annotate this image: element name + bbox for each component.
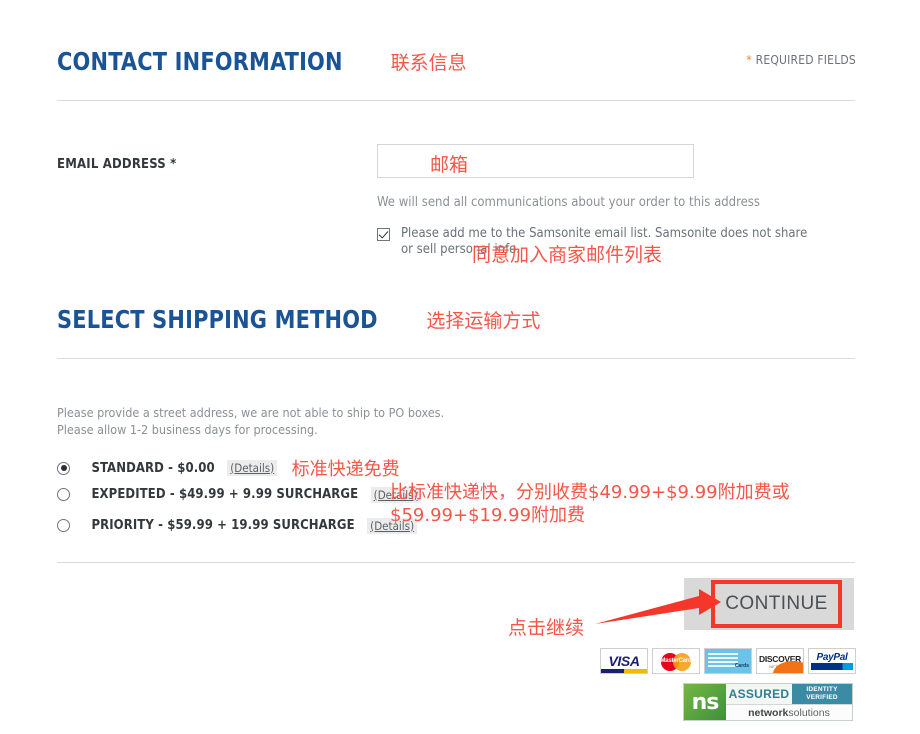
shipping-note-line1: Please provide a street address, we are … <box>57 405 445 420</box>
ns-brand-bold: network <box>748 706 789 719</box>
details-link-standard[interactable]: (Details) <box>227 460 278 476</box>
ns-verified-line2: VERIFIED <box>806 694 838 701</box>
required-fields-note: * REQUIRED FIELDS <box>746 53 856 67</box>
radio-priority[interactable] <box>57 519 70 533</box>
paypal-icon: PayPal <box>808 648 856 674</box>
shipping-option-expedited-label: EXPEDITED - $49.99 + 9.99 SURCHARGE <box>91 487 359 503</box>
shipping-option-standard[interactable]: STANDARD - $0.00 (Details) 标准快递免费 <box>57 455 400 480</box>
network-solutions-seal[interactable]: ns ASSURED IDENTITY VERIFIED network solu… <box>683 683 853 721</box>
required-fields-label: REQUIRED FIELDS <box>752 53 856 67</box>
shipping-option-priority[interactable]: PRIORITY - $59.99 + 19.99 SURCHARGE (Det… <box>57 517 418 537</box>
ns-seal-content: ASSURED IDENTITY VERIFIED network solutio… <box>726 684 852 720</box>
email-optin-annotation: 同意加入商家邮件列表 <box>472 244 663 266</box>
amex-lines <box>708 653 738 667</box>
visa-label: VISA <box>608 653 640 669</box>
divider-shipping <box>57 358 855 359</box>
shipping-price-annotation: 比标准快递快，分别收费$49.99+$9.99附加费或$59.99+$19.99… <box>390 482 790 526</box>
checkout-page: CONTACT INFORMATION 联系信息 * REQUIRED FIEL… <box>0 0 920 734</box>
shipping-option-standard-label: STANDARD - $0.00 <box>91 460 215 476</box>
discover-icon: DISCOVER NETWORK <box>756 648 804 674</box>
shipping-option-expedited[interactable]: EXPEDITED - $49.99 + 9.99 SURCHARGE (Det… <box>57 486 421 506</box>
american-express-icon: Cards <box>704 648 752 674</box>
email-optin-checkbox[interactable] <box>377 228 390 241</box>
ns-identity-verified-badge: IDENTITY VERIFIED <box>792 684 852 704</box>
continue-button[interactable]: CONTINUE <box>711 580 842 628</box>
visa-icon: VISA <box>600 648 648 674</box>
paypal-label: PayPal <box>816 652 848 663</box>
ns-logo-icon: ns <box>684 684 726 720</box>
shipping-standard-annotation: 标准快递免费 <box>291 459 400 480</box>
email-helper-text: We will send all communications about yo… <box>377 195 760 210</box>
radio-expedited[interactable] <box>57 488 70 502</box>
payment-methods: VISA MasterCard Cards DISCOVER NETWORK P… <box>600 648 856 674</box>
mastercard-label: MasterCard <box>660 658 692 664</box>
amex-label: Cards <box>734 663 749 669</box>
email-address-label: EMAIL ADDRESS * <box>57 157 177 172</box>
divider-contact <box>57 100 855 101</box>
email-input[interactable] <box>377 144 694 178</box>
shipping-option-priority-label: PRIORITY - $59.99 + 19.99 SURCHARGE <box>91 518 355 534</box>
shipping-note-line2: Please allow 1-2 business days for proce… <box>57 422 318 437</box>
page-title: CONTACT INFORMATION <box>57 47 343 76</box>
contact-information-header: CONTACT INFORMATION 联系信息 <box>57 47 467 76</box>
continue-annotation: 点击继续 <box>508 617 585 639</box>
ns-seal-top: ASSURED IDENTITY VERIFIED <box>726 684 852 704</box>
ns-assured-label: ASSURED <box>728 687 790 701</box>
shipping-method-header: SELECT SHIPPING METHOD 选择运输方式 <box>57 305 540 334</box>
mastercard-icon: MasterCard <box>652 648 700 674</box>
shipping-heading-annotation: 选择运输方式 <box>426 310 541 332</box>
contact-heading-annotation: 联系信息 <box>390 52 467 74</box>
ns-brand: network solutions <box>726 704 852 720</box>
divider-footer <box>57 562 855 563</box>
paypal-bar <box>811 663 853 670</box>
ns-verified-line1: IDENTITY <box>806 686 838 693</box>
shipping-title: SELECT SHIPPING METHOD <box>57 305 378 334</box>
ns-brand-light: solutions <box>788 706 830 719</box>
radio-standard[interactable] <box>57 461 70 475</box>
